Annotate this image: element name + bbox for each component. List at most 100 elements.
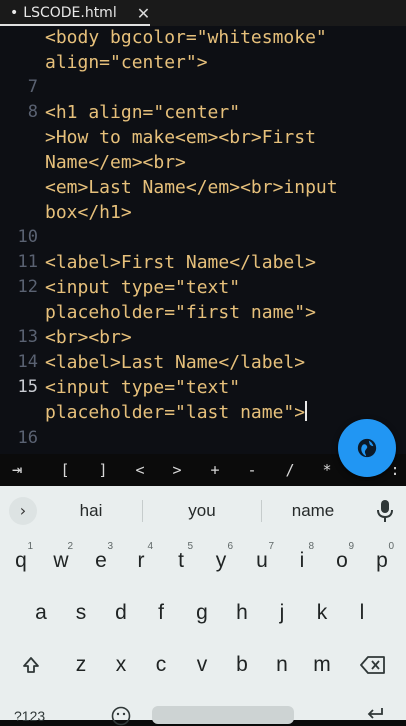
key-label: p	[376, 549, 388, 572]
key-hint: 3	[107, 541, 113, 552]
key-label: t	[178, 549, 184, 572]
code-line: 12 <input type="text"	[0, 275, 406, 300]
key-u[interactable]: u7	[244, 538, 280, 580]
key-hint: 7	[268, 541, 274, 552]
key-j[interactable]: j	[264, 590, 300, 632]
key-g[interactable]: g	[184, 590, 220, 632]
shortcut-less-than[interactable]: <	[125, 454, 155, 486]
code-line: placeholder="last name">	[0, 400, 406, 425]
key-label: u	[256, 549, 268, 572]
suggestion-item[interactable]: hai	[50, 486, 132, 536]
shortcut-minus[interactable]: -	[237, 454, 267, 486]
key-p[interactable]: p0	[364, 538, 400, 580]
line-number: 14	[17, 352, 38, 372]
key-label: w	[53, 549, 69, 572]
tab-title: LSCODE.html	[23, 5, 117, 21]
close-icon[interactable]: ✕	[137, 4, 150, 23]
key-hint: 2	[67, 541, 73, 552]
key-label: o	[336, 549, 348, 572]
key-hint: 1	[27, 541, 33, 552]
code-text: <label>First Name</label>	[45, 252, 316, 273]
key-f[interactable]: f	[143, 590, 179, 632]
space-key[interactable]	[152, 706, 294, 724]
key-i[interactable]: i8	[284, 538, 320, 580]
code-line: 13 <br><br>	[0, 325, 406, 350]
shortcut-plus[interactable]: +	[200, 454, 230, 486]
code-text: placeholder="first name">	[45, 302, 316, 323]
tab-bar: • LSCODE.html ✕	[0, 0, 406, 26]
code-line: box</h1>	[0, 200, 406, 225]
shortcut-asterisk[interactable]: *	[312, 454, 342, 486]
key-x[interactable]: x	[103, 642, 139, 684]
key-m[interactable]: m	[304, 642, 340, 684]
backspace-icon	[360, 656, 385, 674]
code-line: <em>Last Name</em><br>input	[0, 175, 406, 200]
key-r[interactable]: r4	[123, 538, 159, 580]
tab-key[interactable]: ⇥	[2, 454, 32, 486]
tab-lscode[interactable]: • LSCODE.html ✕	[0, 0, 158, 26]
code-editor[interactable]: <body bgcolor="whitesmoke" align="center…	[0, 26, 406, 454]
key-label: e	[95, 549, 107, 572]
key-d[interactable]: d	[103, 590, 139, 632]
key-b[interactable]: b	[224, 642, 260, 684]
code-line: align="center">	[0, 50, 406, 75]
shift-icon	[23, 657, 39, 673]
code-text: <em>Last Name</em><br>input	[45, 177, 338, 198]
key-n[interactable]: n	[264, 642, 300, 684]
shortcut-open-bracket[interactable]: [	[50, 454, 80, 486]
key-label: q	[15, 549, 27, 572]
code-text: placeholder="last name">	[45, 402, 306, 423]
key-l[interactable]: l	[344, 590, 380, 632]
shift-key[interactable]	[13, 642, 49, 684]
globe-icon	[357, 438, 377, 458]
key-h[interactable]: h	[224, 590, 260, 632]
code-text: <input type="text"	[45, 377, 241, 398]
key-c[interactable]: c	[143, 642, 179, 684]
line-number: 7	[27, 77, 38, 97]
shortcut-slash[interactable]: /	[275, 454, 305, 486]
key-hint: 4	[147, 541, 153, 552]
key-a[interactable]: a	[23, 590, 59, 632]
key-o[interactable]: o9	[324, 538, 360, 580]
code-line: 10	[0, 225, 406, 250]
key-y[interactable]: y6	[203, 538, 239, 580]
shortcut-greater-than[interactable]: >	[162, 454, 192, 486]
unsaved-dot: •	[10, 5, 19, 21]
code-text-with-cursor: placeholder="last name">	[45, 400, 308, 425]
emoji-icon[interactable]	[111, 706, 131, 726]
code-text: align="center">	[45, 52, 208, 73]
key-s[interactable]: s	[63, 590, 99, 632]
key-hint: 6	[227, 541, 233, 552]
code-text: >How to make<em><br>First	[45, 127, 316, 148]
suggestion-item[interactable]: you	[152, 486, 252, 536]
line-number: 16	[17, 428, 38, 448]
code-text: box</h1>	[45, 202, 132, 223]
line-number: 15	[17, 377, 38, 397]
key-k[interactable]: k	[304, 590, 340, 632]
backspace-key[interactable]	[355, 642, 391, 684]
code-line: placeholder="first name">	[0, 300, 406, 325]
key-w[interactable]: w2	[43, 538, 79, 580]
expand-toolbar-button[interactable]: ›	[9, 497, 37, 525]
key-hint: 9	[348, 541, 354, 552]
key-hint: 8	[308, 541, 314, 552]
code-text: <label>Last Name</label>	[45, 352, 306, 373]
code-line: 14 <label>Last Name</label>	[0, 350, 406, 375]
microphone-icon[interactable]	[377, 500, 393, 522]
line-number: 11	[17, 252, 38, 272]
suggestion-strip: › hai you name	[0, 486, 406, 536]
key-t[interactable]: t5	[163, 538, 199, 580]
symbols-key[interactable]: ?123	[14, 708, 45, 724]
code-line: 7	[0, 75, 406, 100]
line-number: 12	[17, 277, 38, 297]
suggestion-divider	[261, 500, 262, 522]
preview-button[interactable]	[338, 419, 396, 477]
soft-keyboard: › hai you name q1 w2 e3 r4 t5 y6 u7 i8 o…	[0, 486, 406, 726]
code-line: <body bgcolor="whitesmoke"	[0, 26, 406, 50]
key-v[interactable]: v	[184, 642, 220, 684]
suggestion-item[interactable]: name	[265, 486, 361, 536]
shortcut-close-bracket[interactable]: ]	[88, 454, 118, 486]
key-q[interactable]: q1	[3, 538, 39, 580]
key-e[interactable]: e3	[83, 538, 119, 580]
key-z[interactable]: z	[63, 642, 99, 684]
